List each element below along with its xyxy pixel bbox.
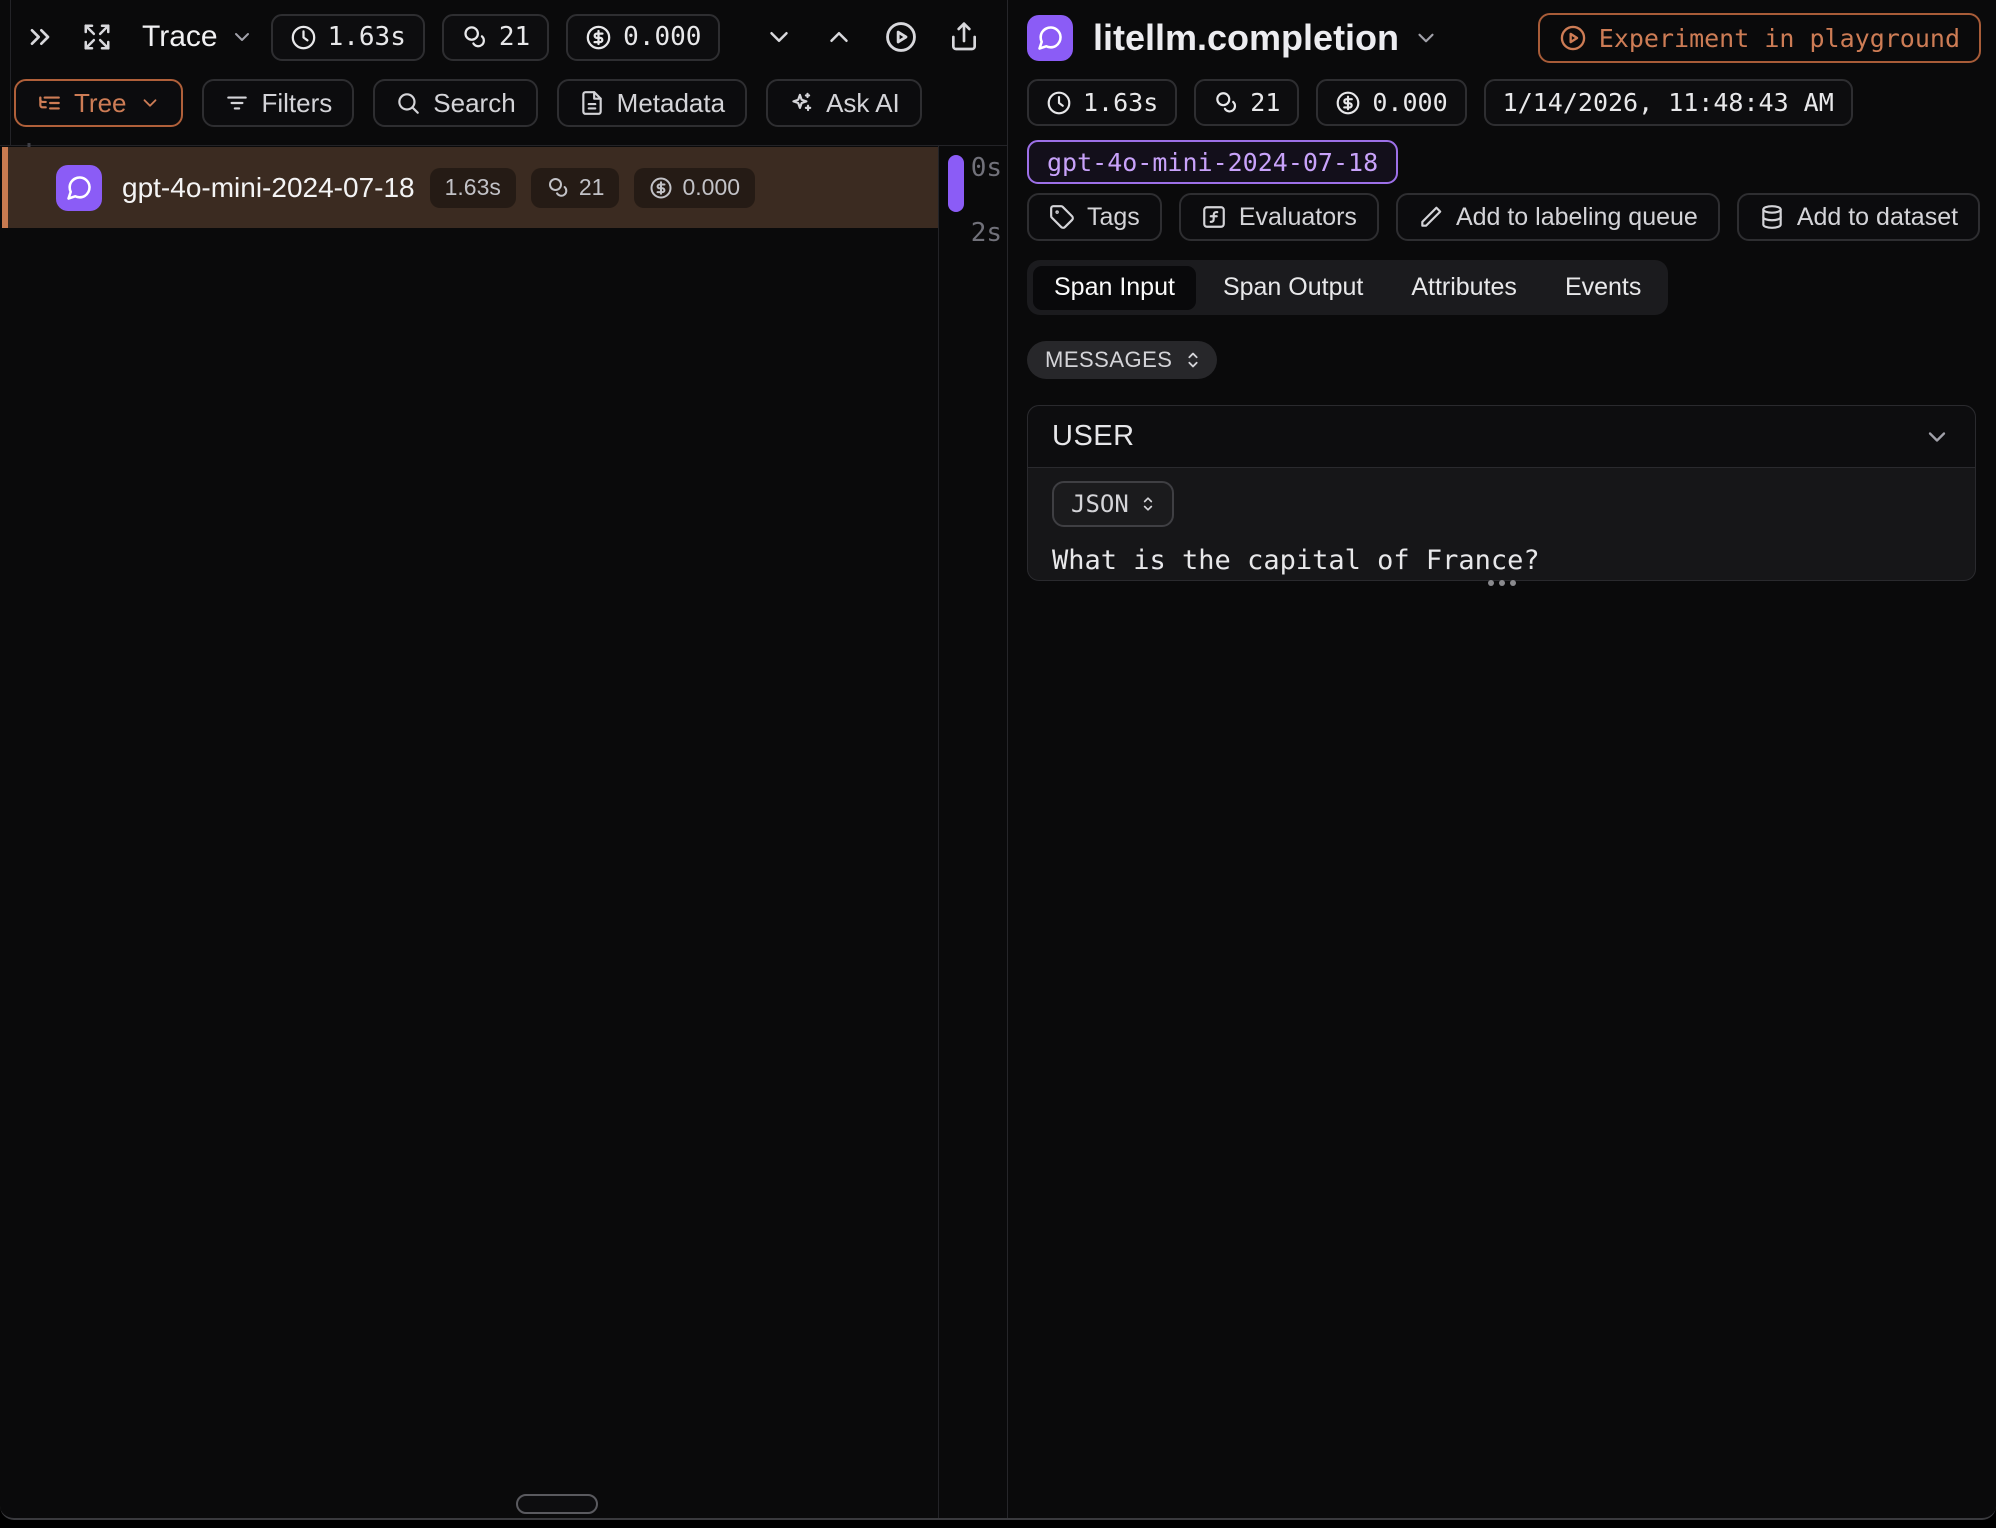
model-badge[interactable]: gpt-4o-mini-2024-07-18 [1027, 140, 1398, 184]
span-name: gpt-4o-mini-2024-07-18 [122, 172, 415, 204]
trace-tokens-pill: 21 [442, 14, 549, 61]
sparkles-icon [788, 90, 814, 116]
dollar-circle-icon [1335, 90, 1361, 116]
trace-timeline-gutter: 0s 2s [938, 145, 1007, 1520]
tag-icon [1049, 204, 1075, 230]
file-text-icon [579, 90, 605, 116]
trace-duration-pill: 1.63s [271, 14, 425, 61]
resize-handle-dots[interactable] [1488, 580, 1516, 586]
user-message-card: USER JSON What is the capital of France? [1027, 405, 1976, 581]
tab-attributes[interactable]: Attributes [1390, 266, 1538, 310]
span-timestamp: 1/14/2026, 11:48:43 AM [1484, 79, 1853, 126]
filters-button[interactable]: Filters [202, 79, 355, 127]
add-to-labeling-queue-button[interactable]: Add to labeling queue [1396, 193, 1720, 241]
evaluators-button[interactable]: Evaluators [1179, 193, 1379, 241]
tree-controls-bar: Tree Filters Search Metadata Ask AI [14, 79, 922, 127]
function-square-icon [1201, 204, 1227, 230]
collapsed-sidebar-edge [10, 0, 11, 145]
chat-bubble-icon [1027, 15, 1073, 61]
clock-icon [290, 24, 317, 51]
collapse-chevron-down-icon[interactable] [1923, 423, 1951, 451]
span-detail-header: litellm.completion Experiment in playgro… [1027, 12, 1981, 64]
trace-tree-panel: Trace 1.63s 21 0.000 [0, 0, 1007, 1520]
user-message-body: JSON What is the capital of France? [1028, 468, 1975, 576]
search-icon [395, 90, 421, 116]
span-cost-pill: 0.000 [634, 168, 755, 208]
search-button[interactable]: Search [373, 79, 537, 127]
trace-cost-pill: 0.000 [566, 14, 720, 61]
span-tokens-pill: 21 [531, 168, 620, 208]
ask-ai-button[interactable]: Ask AI [766, 79, 922, 127]
dollar-circle-icon [585, 24, 612, 51]
experiment-in-playground-button[interactable]: Experiment in playground [1538, 13, 1981, 63]
list-tree-icon [36, 90, 62, 116]
span-tokens-stat: 21 [1194, 79, 1299, 126]
user-message-header[interactable]: USER [1028, 406, 1975, 468]
trace-nav-icons [764, 20, 984, 54]
trace-toolbar: Trace 1.63s 21 0.000 [24, 10, 984, 64]
span-tree-row-selected[interactable]: gpt-4o-mini-2024-07-18 1.63s 21 0.000 [2, 147, 938, 228]
next-span-chevron-down-icon[interactable] [764, 22, 794, 52]
span-actions-row: Tags Evaluators Add to labeling queue Ad… [1027, 193, 1980, 241]
dollar-circle-icon [649, 176, 673, 200]
trace-view-title[interactable]: Trace [142, 20, 218, 54]
play-trace-icon[interactable] [884, 20, 918, 54]
timeline-tick-start: 0s [971, 153, 1002, 183]
span-detail-tabs: Span Input Span Output Attributes Events [1027, 260, 1668, 315]
tab-span-input[interactable]: Span Input [1033, 266, 1196, 310]
messages-format-select[interactable]: MESSAGES [1027, 341, 1217, 379]
span-cost-stat: 0.000 [1316, 79, 1466, 126]
span-duration-pill: 1.63s [430, 168, 516, 208]
trace-title-chevron-down-icon[interactable] [230, 25, 254, 49]
chevron-down-icon [139, 92, 161, 114]
tokens-icon [1213, 90, 1239, 116]
filter-icon [224, 90, 250, 116]
share-icon[interactable] [948, 21, 980, 53]
message-role-label: USER [1052, 420, 1135, 453]
span-timeline-bar[interactable] [948, 155, 964, 212]
span-stats-row: 1.63s 21 0.000 1/14/2026, 11:48:43 AM [1027, 79, 1853, 126]
chevrons-up-down-icon [1138, 494, 1158, 514]
tags-button[interactable]: Tags [1027, 193, 1162, 241]
metadata-button[interactable]: Metadata [557, 79, 747, 127]
tab-events[interactable]: Events [1544, 266, 1662, 310]
prev-span-chevron-up-icon[interactable] [824, 22, 854, 52]
chat-bubble-icon [56, 165, 102, 211]
span-duration-stat: 1.63s [1027, 79, 1177, 126]
tree-view-button[interactable]: Tree [14, 79, 183, 127]
tokens-icon [461, 24, 488, 51]
clock-icon [1046, 90, 1072, 116]
tokens-icon [546, 176, 570, 200]
horizontal-scrollbar-thumb[interactable] [516, 1494, 598, 1514]
pencil-icon [1418, 204, 1444, 230]
span-title[interactable]: litellm.completion [1093, 17, 1399, 59]
tab-span-output[interactable]: Span Output [1202, 266, 1384, 310]
trace-viewer-app: Trace 1.63s 21 0.000 [0, 0, 1996, 1520]
expand-sidebar-icon[interactable] [24, 21, 56, 53]
fullscreen-icon[interactable] [82, 22, 112, 52]
add-to-dataset-button[interactable]: Add to dataset [1737, 193, 1980, 241]
toolbar-divider [0, 145, 1007, 146]
play-circle-icon [1559, 24, 1587, 52]
timeline-tick-end: 2s [971, 218, 1002, 248]
database-icon [1759, 204, 1785, 230]
chevrons-up-down-icon [1182, 349, 1204, 371]
span-title-chevron-down-icon[interactable] [1413, 25, 1439, 51]
span-detail-panel: litellm.completion Experiment in playgro… [1007, 0, 1996, 1520]
message-content: What is the capital of France? [1052, 545, 1951, 576]
json-format-select[interactable]: JSON [1052, 481, 1174, 527]
